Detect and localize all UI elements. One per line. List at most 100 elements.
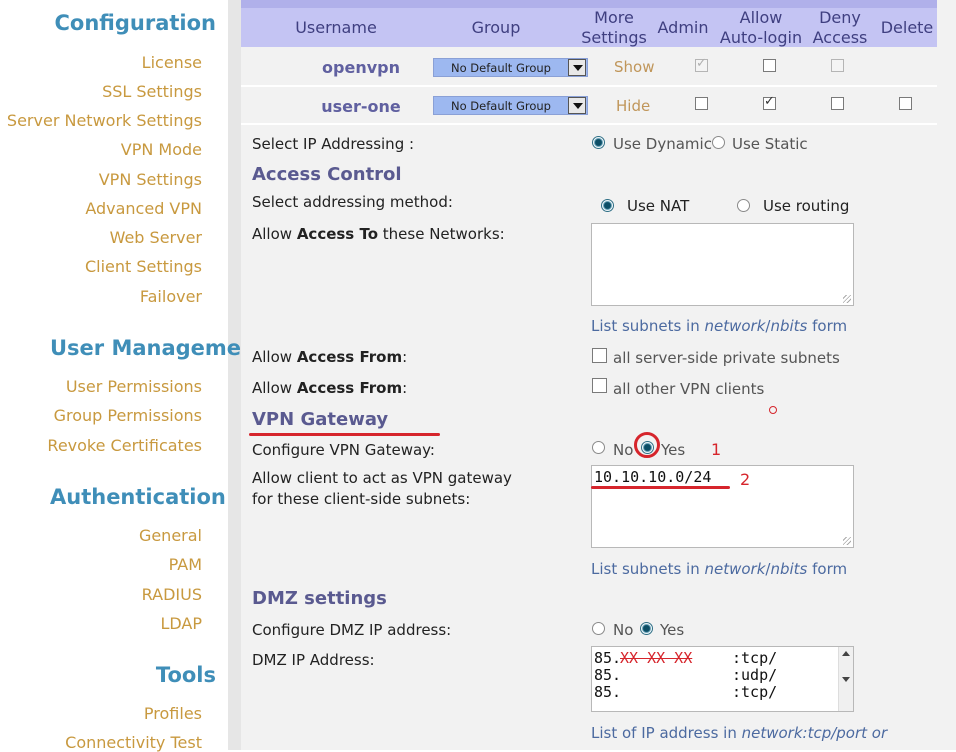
sidebar: Configuration License SSL Settings Serve… <box>0 0 266 752</box>
dmz-line-2-ip: 85. <box>594 666 622 684</box>
table-row: openvpn No Default Group Show <box>241 49 937 87</box>
vpn-gateway-no-radio[interactable] <box>592 441 605 454</box>
dmz-yes-radio[interactable] <box>640 622 653 635</box>
show-more-link[interactable]: Show <box>614 58 654 76</box>
allow-access-from-label-2: Allow Access From: <box>252 379 408 397</box>
gateway-subnets-label-1: Allow client to act as VPN gateway <box>252 469 512 487</box>
dmz-ip-textarea[interactable]: 85. XX XX XX :tcp/ 85. :udp/ 85. :tcp/ <box>591 646 854 712</box>
sidebar-item-web-server[interactable]: Web Server <box>110 228 202 247</box>
vpn-gateway-no-label: No <box>613 441 634 459</box>
sidebar-item-advanced-vpn[interactable]: Advanced VPN <box>85 199 202 218</box>
sidebar-item-client-settings[interactable]: Client Settings <box>85 257 202 276</box>
dmz-ip-label: DMZ IP Address: <box>252 651 375 669</box>
admin-checkbox <box>695 56 708 72</box>
header-admin: Admin <box>657 18 709 37</box>
group-select[interactable]: No Default Group <box>433 58 588 77</box>
sidebar-item-radius[interactable]: RADIUS <box>142 585 202 604</box>
use-dynamic-radio[interactable] <box>592 136 605 149</box>
chevron-down-icon[interactable] <box>568 59 586 76</box>
table-row: user-one No Default Group Hide <box>241 87 937 125</box>
header-deny-line1: Deny <box>819 8 861 27</box>
header-username: Username <box>295 18 377 37</box>
header-allow-auto-login: Allow Auto-login <box>715 8 807 48</box>
header-deny-line2: Access <box>812 28 868 47</box>
dmz-no-radio[interactable] <box>592 622 605 635</box>
server-side-subnets-checkbox[interactable] <box>592 348 607 363</box>
row-username: user-one <box>321 97 401 116</box>
header-delete: Delete <box>880 18 934 37</box>
deny-access-checkbox[interactable] <box>831 97 844 110</box>
vpn-gateway-yes-label: Yes <box>661 441 686 459</box>
allow-access-from-label: Allow Access From: <box>252 348 408 366</box>
sidebar-item-vpn-mode[interactable]: VPN Mode <box>121 140 202 159</box>
scroll-down-icon[interactable] <box>842 677 850 682</box>
server-side-subnets-label: all server-side private subnets <box>613 349 840 367</box>
admin-checkbox[interactable] <box>695 97 708 110</box>
dmz-line-1-port: :tcp/ <box>732 649 778 667</box>
header-more-settings: More Settings <box>581 8 647 48</box>
sidebar-item-ldap[interactable]: LDAP <box>160 614 202 633</box>
delete-checkbox[interactable] <box>899 97 912 110</box>
annotation-number-1: 1 <box>711 440 722 459</box>
dmz-line-3-port: :tcp/ <box>732 683 778 701</box>
dmz-masked-ip: XX XX XX <box>620 649 693 667</box>
group-select-value: No Default Group <box>451 99 551 113</box>
dmz-scrollbar[interactable] <box>838 647 853 711</box>
hide-more-link[interactable]: Hide <box>616 97 650 115</box>
header-deny-access: Deny Access <box>809 8 871 48</box>
annotation-circle <box>634 432 660 458</box>
gateway-subnets-label-2: for these client-side subnets: <box>252 490 471 508</box>
sidebar-item-revoke-certificates[interactable]: Revoke Certificates <box>47 436 202 455</box>
sidebar-item-failover[interactable]: Failover <box>140 287 202 306</box>
group-select[interactable]: No Default Group <box>433 96 588 115</box>
resize-handle-icon[interactable] <box>843 537 851 545</box>
configure-vpn-gateway-label: Configure VPN Gateway: <box>252 441 435 459</box>
sidebar-item-general[interactable]: General <box>139 526 202 545</box>
dmz-line-2-port: :udp/ <box>732 666 778 684</box>
deny-access-checkbox <box>831 59 844 72</box>
sidebar-item-pam[interactable]: PAM <box>169 555 202 574</box>
annotation-dot <box>769 406 777 414</box>
ip-addressing-label: Select IP Addressing : <box>252 135 415 153</box>
sidebar-item-group-permissions[interactable]: Group Permissions <box>54 406 202 425</box>
dmz-settings-title: DMZ settings <box>252 588 387 609</box>
use-dynamic-label: Use Dynamic <box>613 135 712 153</box>
other-vpn-clients-label: all other VPN clients <box>613 380 765 398</box>
header-more-line1: More <box>594 8 634 27</box>
sidebar-item-license[interactable]: License <box>142 53 202 72</box>
use-nat-radio[interactable] <box>601 199 614 212</box>
sidebar-heading-configuration: Configuration <box>50 5 228 41</box>
sidebar-item-server-network-settings[interactable]: Server Network Settings <box>7 111 202 130</box>
access-to-networks-textarea[interactable] <box>591 223 854 306</box>
sidebar-heading-user-management: User Management <box>50 330 266 366</box>
header-allow-line2: Auto-login <box>719 28 803 47</box>
auto-login-checkbox[interactable] <box>763 59 776 72</box>
sidebar-divider <box>228 0 241 750</box>
dmz-line-3-ip: 85. <box>594 683 622 701</box>
subnets-hint: List subnets in network/nbits form <box>591 560 848 578</box>
sidebar-item-vpn-settings[interactable]: VPN Settings <box>99 170 202 189</box>
sidebar-item-user-permissions[interactable]: User Permissions <box>66 377 202 396</box>
gateway-subnets-textarea[interactable]: 10.10.10.0/24 <box>591 465 854 548</box>
allow-access-to-label: Allow Access To these Networks: <box>252 225 505 243</box>
use-nat-label: Use NAT <box>627 197 690 215</box>
other-vpn-clients-checkbox[interactable] <box>592 378 607 393</box>
sidebar-item-profiles[interactable]: Profiles <box>144 704 202 723</box>
header-more-line2: Settings <box>581 28 647 47</box>
chevron-down-icon[interactable] <box>568 97 586 114</box>
use-static-radio[interactable] <box>712 136 725 149</box>
resize-handle-icon[interactable] <box>843 295 851 303</box>
annotation-underline <box>591 486 730 489</box>
use-routing-label: Use routing <box>763 197 850 215</box>
scroll-up-icon[interactable] <box>842 651 850 656</box>
auto-login-checkbox[interactable] <box>763 94 776 110</box>
sidebar-item-ssl-settings[interactable]: SSL Settings <box>102 82 202 101</box>
sidebar-item-connectivity-test[interactable]: Connectivity Test <box>65 733 202 752</box>
sidebar-heading-authentication: Authentication <box>50 479 228 515</box>
header-group: Group <box>471 18 521 37</box>
use-static-label: Use Static <box>732 135 808 153</box>
dmz-line-1-ip: 85. <box>594 649 622 667</box>
use-routing-radio[interactable] <box>737 199 750 212</box>
access-control-title: Access Control <box>252 164 402 185</box>
configure-dmz-label: Configure DMZ IP address: <box>252 621 452 639</box>
